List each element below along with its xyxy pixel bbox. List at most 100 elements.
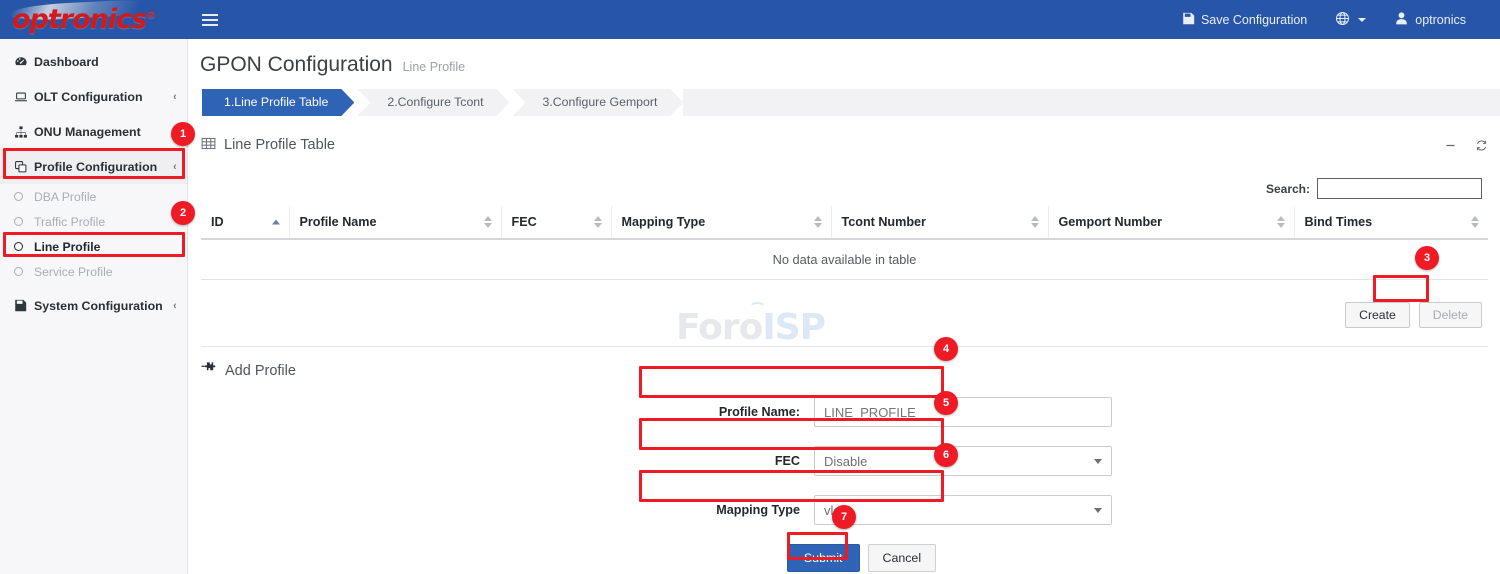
- profile-name-input[interactable]: [814, 397, 1112, 427]
- app-root: optronics® Save Configuration: [0, 0, 1500, 574]
- column-header-gemport-number[interactable]: Gemport Number: [1048, 206, 1294, 239]
- mapping-type-select[interactable]: vlan: [814, 495, 1112, 525]
- save-configuration-button[interactable]: Save Configuration: [1168, 0, 1321, 39]
- brand-logo[interactable]: optronics®: [0, 0, 188, 39]
- user-menu[interactable]: optronics: [1380, 0, 1480, 39]
- submit-button[interactable]: Submit: [787, 544, 860, 572]
- sidebar-item-traffic-profile[interactable]: Traffic Profile: [0, 209, 187, 234]
- clone-icon: [14, 160, 34, 174]
- delete-button: Delete: [1419, 302, 1482, 328]
- circle-icon: [14, 267, 34, 276]
- line-profile-panel: Line Profile Table Sea: [189, 130, 1500, 347]
- add-profile-title: Add Profile: [225, 363, 296, 379]
- fec-select[interactable]: Disable: [814, 446, 1112, 476]
- sidebar-item-system-configuration[interactable]: System Configuration ‹: [0, 288, 187, 323]
- table-header: ID Profile Name FEC Mapping Type: [201, 206, 1488, 239]
- circle-icon: [14, 242, 34, 251]
- column-header-profile-name[interactable]: Profile Name: [289, 206, 501, 239]
- search-row: Search:: [201, 178, 1488, 199]
- column-header-tcont-number[interactable]: Tcont Number: [831, 206, 1048, 239]
- top-navbar: optronics® Save Configuration: [0, 0, 1500, 39]
- circle-icon: [14, 192, 34, 201]
- menu-toggle-icon[interactable]: [202, 9, 224, 31]
- minus-icon[interactable]: [1444, 139, 1457, 152]
- sort-both-icon: [1031, 216, 1039, 228]
- page-title: GPON Configuration: [200, 53, 393, 77]
- sidebar-item-dashboard[interactable]: Dashboard: [0, 44, 187, 79]
- sort-both-icon: [594, 216, 602, 228]
- profile-name-label: Profile Name:: [189, 405, 814, 419]
- column-header-mapping-type[interactable]: Mapping Type: [611, 206, 831, 239]
- chevron-down-icon: [1358, 18, 1366, 22]
- table-body: No data available in table: [201, 239, 1488, 280]
- search-label: Search:: [1266, 182, 1310, 196]
- section-divider: [201, 346, 1488, 347]
- sidebar-item-olt-configuration[interactable]: OLT Configuration ‹: [0, 79, 187, 114]
- sitemap-icon: [14, 125, 34, 139]
- create-button[interactable]: Create: [1345, 302, 1410, 328]
- page-header: GPON Configuration Line Profile: [189, 39, 1500, 77]
- column-header-id[interactable]: ID: [201, 206, 289, 239]
- column-header-bind-times[interactable]: Bind Times: [1294, 206, 1488, 239]
- annotation-badge-5: 5: [934, 391, 958, 415]
- step-track-filler: [683, 89, 1500, 116]
- chevron-left-icon: ‹: [174, 300, 177, 312]
- panel-title-label: Line Profile Table: [224, 137, 335, 153]
- step-wizard: 1.Line Profile Table 2.Configure Tcont 3…: [202, 89, 1500, 116]
- sidebar-item-label: DBA Profile: [34, 190, 96, 204]
- add-profile-form: Profile Name: FEC Disable Mappin: [189, 397, 1500, 572]
- laptop-icon: [14, 90, 34, 104]
- search-input[interactable]: [1317, 178, 1482, 199]
- globe-icon: [1335, 11, 1350, 29]
- column-header-fec[interactable]: FEC: [501, 206, 611, 239]
- sort-both-icon: [814, 216, 822, 228]
- step-configure-gemport[interactable]: 3.Configure Gemport: [513, 89, 684, 116]
- chevron-left-icon: ‹: [174, 91, 177, 103]
- sidebar: Dashboard OLT Configuration ‹ ONU Manage…: [0, 39, 188, 574]
- sidebar-item-onu-management[interactable]: ONU Management ‹: [0, 114, 187, 149]
- cancel-button[interactable]: Cancel: [868, 544, 937, 572]
- sidebar-item-label: Line Profile: [34, 240, 100, 254]
- user-icon: [1394, 11, 1409, 29]
- sidebar-item-label: OLT Configuration: [34, 90, 173, 104]
- table-row-empty: No data available in table: [201, 239, 1488, 280]
- sidebar-item-label: Profile Configuration: [34, 160, 173, 174]
- sort-both-icon: [1277, 216, 1285, 228]
- puzzle-icon: [201, 361, 216, 380]
- language-selector[interactable]: [1321, 0, 1380, 39]
- line-profile-table: ID Profile Name FEC Mapping Type: [201, 206, 1488, 280]
- step-configure-tcont[interactable]: 2.Configure Tcont: [357, 89, 509, 116]
- registered-mark-icon: ®: [146, 10, 155, 21]
- refresh-icon[interactable]: [1475, 139, 1488, 152]
- sidebar-item-label: Traffic Profile: [34, 215, 105, 229]
- empty-message: No data available in table: [201, 239, 1488, 280]
- sidebar-item-label: ONU Management: [34, 125, 173, 139]
- dashboard-icon: [14, 55, 34, 69]
- annotation-badge-2: 2: [171, 201, 195, 225]
- step-line-profile-table[interactable]: 1.Line Profile Table: [202, 89, 354, 116]
- add-profile-header: Add Profile: [189, 347, 1500, 380]
- sidebar-item-service-profile[interactable]: Service Profile: [0, 259, 187, 284]
- mapping-type-label: Mapping Type: [189, 503, 814, 517]
- form-action-bar: Submit Cancel: [189, 544, 1500, 572]
- chevron-left-icon: ‹: [174, 161, 177, 173]
- username-label: optronics: [1415, 13, 1466, 27]
- sort-asc-icon: [272, 220, 280, 225]
- floppy-disk-icon: [14, 299, 34, 312]
- form-row-fec: FEC Disable: [189, 446, 1500, 476]
- panel-title: Line Profile Table: [201, 136, 335, 155]
- sidebar-item-dba-profile[interactable]: DBA Profile: [0, 184, 187, 209]
- table-header-row: ID Profile Name FEC Mapping Type: [201, 206, 1488, 239]
- annotation-badge-1: 1: [171, 122, 195, 146]
- sidebar-item-label: Service Profile: [34, 265, 113, 279]
- sidebar-item-line-profile[interactable]: Line Profile: [0, 234, 187, 259]
- sort-both-icon: [484, 216, 492, 228]
- annotation-badge-3: 3: [1415, 246, 1439, 270]
- page-subtitle: Line Profile: [403, 60, 466, 74]
- sidebar-item-profile-configuration[interactable]: Profile Configuration ‹: [0, 149, 187, 184]
- sort-both-icon: [1471, 216, 1479, 228]
- topbar-right-group: Save Configuration optronics: [1168, 0, 1500, 39]
- table-action-bar: Create Delete: [201, 302, 1488, 328]
- annotation-badge-6: 6: [934, 443, 958, 467]
- annotation-badge-7: 7: [832, 505, 856, 529]
